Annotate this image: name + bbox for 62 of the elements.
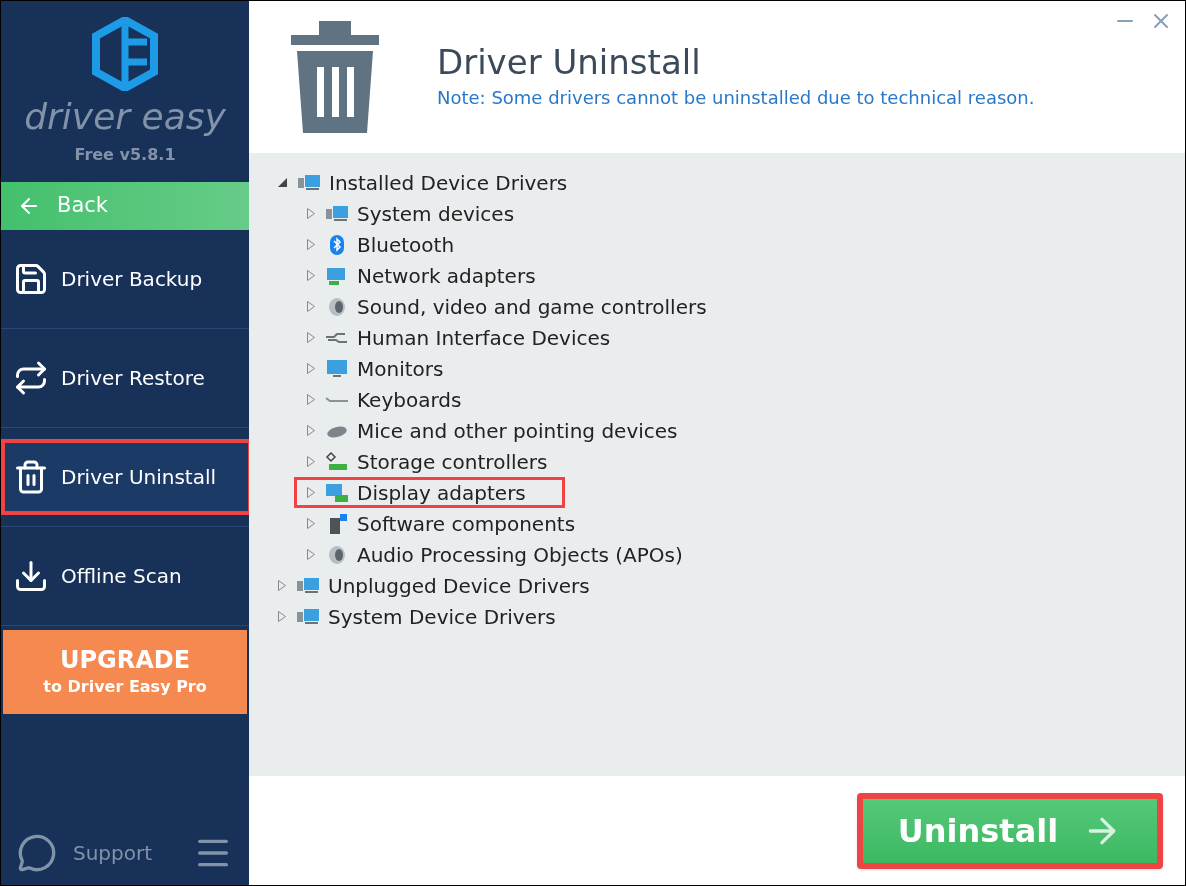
tree-label: System devices xyxy=(357,200,515,228)
expand-arrow-icon[interactable] xyxy=(307,518,315,529)
tree-label: Software components xyxy=(357,510,576,538)
hexagon-logo-icon xyxy=(90,17,160,91)
tree-label: Storage controllers xyxy=(357,448,548,476)
tree-row[interactable]: Mice and other pointing devices xyxy=(294,415,717,446)
display-adapter-icon xyxy=(325,481,349,504)
tree-label: Bluetooth xyxy=(357,231,455,259)
tree-row[interactable]: Unplugged Device Drivers xyxy=(265,570,629,601)
tree-row[interactable]: Storage controllers xyxy=(294,446,587,477)
tree-label: Network adapters xyxy=(357,262,536,290)
tree-label: System Device Drivers xyxy=(328,603,556,631)
tree-label: Audio Processing Objects (APOs) xyxy=(357,541,683,569)
keyboard-icon xyxy=(325,396,349,403)
logo-text: driver easy xyxy=(24,99,226,135)
tree-label: Installed Device Drivers xyxy=(329,169,568,197)
tree-row[interactable]: Audio Processing Objects (APOs) xyxy=(294,539,722,570)
expand-arrow-icon[interactable] xyxy=(307,239,315,250)
support-button[interactable]: Support xyxy=(17,833,153,873)
expand-arrow-icon[interactable] xyxy=(307,456,315,467)
tree-row[interactable]: Keyboards xyxy=(294,384,501,415)
tree-row[interactable]: System devices xyxy=(294,198,554,229)
expand-arrow-icon[interactable] xyxy=(307,301,315,312)
tree-row[interactable]: System Device Drivers xyxy=(265,601,595,632)
expand-arrow-icon[interactable] xyxy=(307,549,315,560)
collapse-arrow-icon[interactable] xyxy=(278,178,287,187)
trash-icon xyxy=(13,459,49,495)
tree-label: Human Interface Devices xyxy=(357,324,611,352)
expand-arrow-icon[interactable] xyxy=(307,487,315,498)
cycle-arrows-icon xyxy=(13,360,49,396)
expand-arrow-icon[interactable] xyxy=(278,580,286,591)
tree-row[interactable]: Monitors xyxy=(294,353,483,384)
tree-label: Unplugged Device Drivers xyxy=(328,572,590,600)
expand-arrow-icon[interactable] xyxy=(278,611,286,622)
monitor-icon xyxy=(325,357,349,380)
tree-label: Display adapters xyxy=(357,479,526,507)
tree-label: Monitors xyxy=(357,355,444,383)
expand-arrow-icon[interactable] xyxy=(307,394,315,405)
sidebar-nav-item[interactable]: Driver Restore xyxy=(1,340,241,416)
sidebar-nav-item[interactable]: Driver Backup xyxy=(1,241,239,317)
expand-arrow-icon[interactable] xyxy=(307,363,315,374)
tree-row[interactable]: Software components xyxy=(294,508,615,539)
tree-row[interactable]: Display adapters xyxy=(294,477,565,508)
expand-arrow-icon[interactable] xyxy=(307,332,315,343)
expand-arrow-icon[interactable] xyxy=(307,270,315,281)
tree-row[interactable]: Network adapters xyxy=(294,260,575,291)
tree-row[interactable]: Installed Device Drivers xyxy=(265,167,607,198)
expand-arrow-icon[interactable] xyxy=(307,425,315,436)
note-text: Note: Some drivers cannot be uninstalled due to technical reason. xyxy=(437,85,1035,110)
tree-label: Sound, video and game controllers xyxy=(357,293,707,321)
tree-label: Keyboards xyxy=(357,386,462,414)
download-icon xyxy=(13,558,49,594)
tree-label: Mice and other pointing devices xyxy=(357,417,678,445)
chat-bubble-icon xyxy=(17,833,57,873)
sidebar-nav-item[interactable]: Offline Scan xyxy=(1,538,218,614)
tree-row[interactable]: Sound, video and game controllers xyxy=(294,291,746,322)
expand-arrow-icon[interactable] xyxy=(307,208,315,219)
tree-row[interactable]: Human Interface Devices xyxy=(294,322,650,353)
version-label: Free v5.8.1 xyxy=(74,144,176,166)
page-title: Driver Uninstall xyxy=(437,41,702,84)
tree-row[interactable]: Bluetooth xyxy=(294,229,494,260)
storage-icon xyxy=(325,450,349,473)
